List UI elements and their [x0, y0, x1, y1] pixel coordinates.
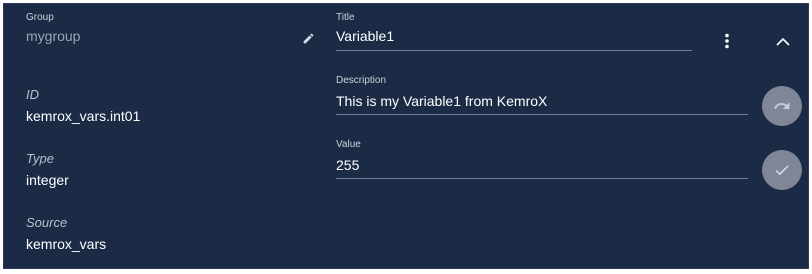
value-underline [336, 178, 748, 179]
type-label: Type [26, 151, 54, 166]
chevron-up-icon[interactable] [774, 34, 792, 48]
id-value: kemrox_vars.int01 [26, 108, 141, 124]
id-label: ID [26, 87, 39, 102]
source-value: kemrox_vars [26, 236, 107, 252]
description-label: Description [336, 75, 387, 86]
undo-icon [774, 102, 790, 109]
undo-button[interactable] [762, 86, 802, 126]
variable-editor-panel: Group mygroup Title Variable1 ID kemrox_… [3, 3, 809, 269]
more-vert-icon[interactable] [720, 32, 734, 50]
description-field[interactable]: This is my Variable1 from KemroX [336, 93, 547, 109]
title-field[interactable]: Variable1 [336, 28, 394, 44]
source-label: Source [26, 215, 68, 230]
confirm-button[interactable] [762, 150, 802, 190]
value-field[interactable]: 255 [336, 157, 359, 173]
check-icon [775, 165, 789, 176]
group-label: Group [26, 12, 54, 23]
type-value: integer [26, 172, 69, 188]
description-underline [336, 114, 748, 115]
pencil-icon[interactable] [300, 30, 316, 46]
group-value: mygroup [26, 28, 81, 44]
value-label: Value [336, 139, 361, 150]
title-underline [336, 50, 692, 51]
title-label: Title [336, 12, 355, 23]
